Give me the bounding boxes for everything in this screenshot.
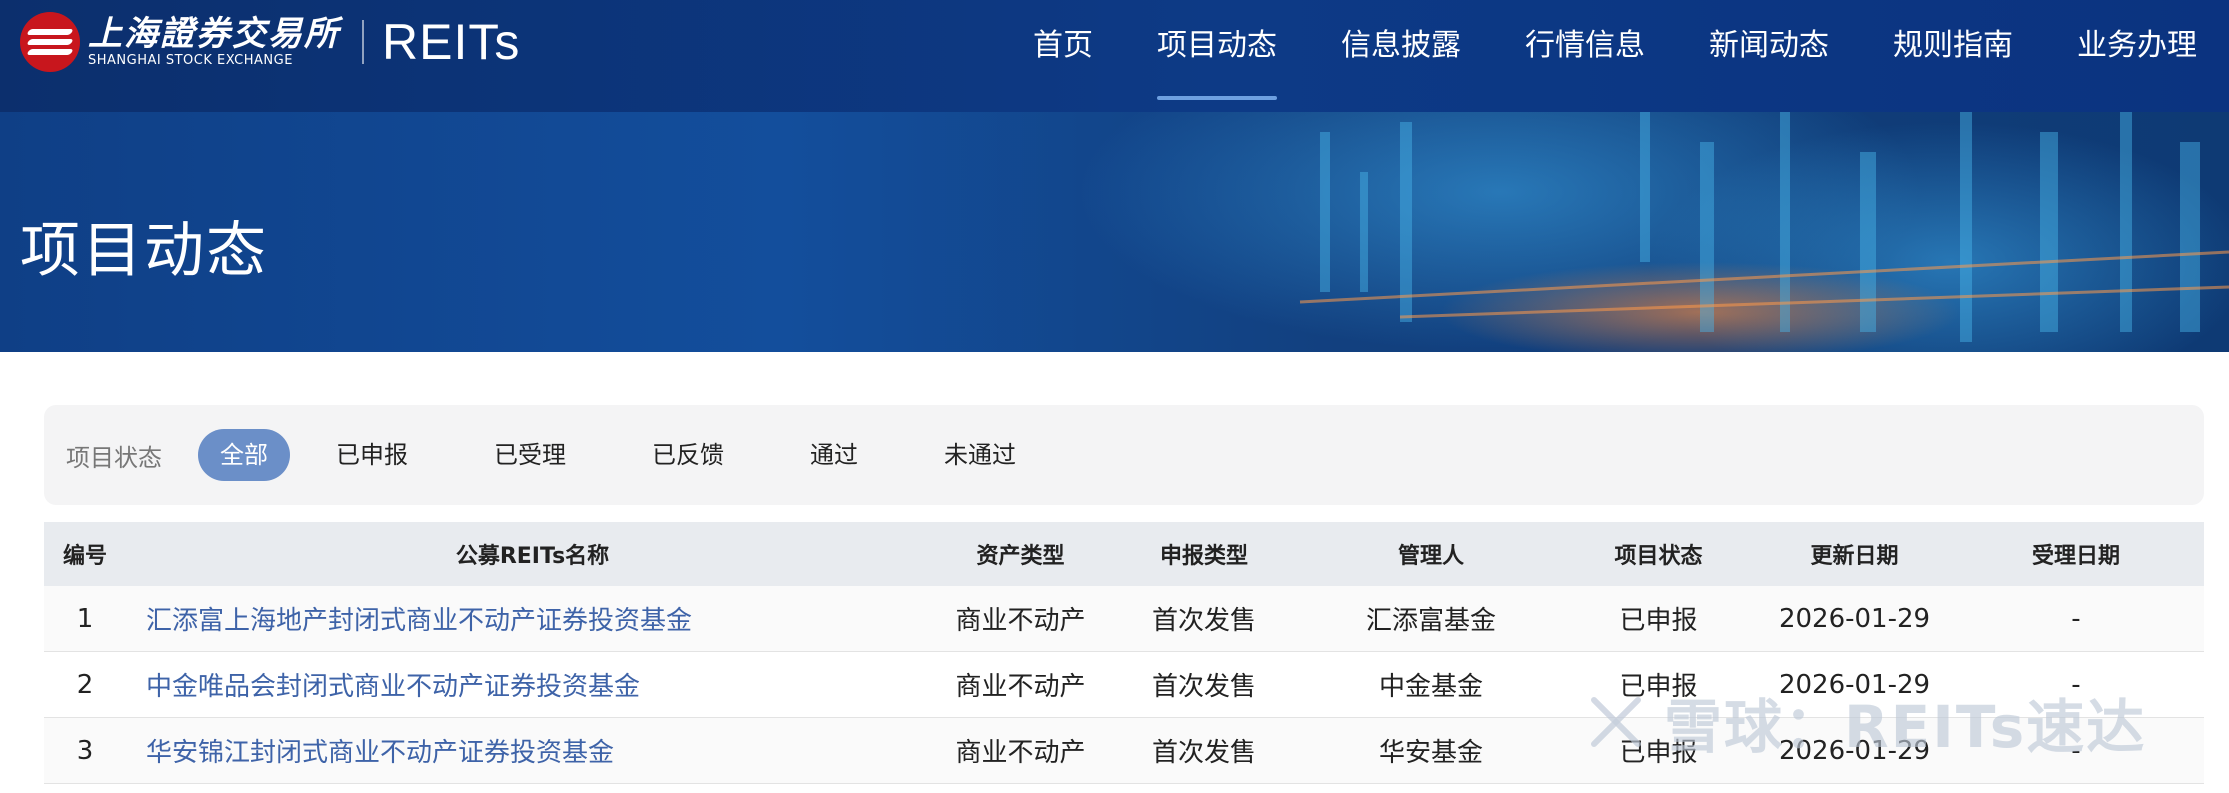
project-status: 已申报 — [1619, 738, 1698, 768]
asset-type: 商业不动产 — [955, 738, 1086, 768]
manager: 汇添富基金 — [1365, 606, 1496, 636]
fund-name-link[interactable]: 汇添富上海地产封闭式商业不动产证券投资基金 — [126, 600, 939, 637]
nav-home[interactable]: 首页 — [1001, 0, 1125, 100]
product-name: REITs — [382, 14, 521, 70]
updated-date: 2026-01-29 — [1778, 669, 1931, 700]
logo-text: 上海證券交易所 SHANGHAI STOCK EXCHANGE — [88, 15, 340, 69]
page-banner: 项目动态 — [0, 112, 2229, 352]
project-status: 已申报 — [1619, 606, 1698, 636]
nav-rules[interactable]: 规则指南 — [1861, 0, 2045, 100]
col-updated: 更新日期 — [1810, 544, 1899, 569]
nav-disclosure[interactable]: 信息披露 — [1309, 0, 1493, 100]
updated-date: 2026-01-29 — [1778, 735, 1931, 766]
filter-label: 项目状态 — [66, 443, 162, 472]
updated-date: 2026-01-29 — [1778, 603, 1931, 634]
fund-name-link[interactable]: 中金唯品会封闭式商业不动产证券投资基金 — [126, 666, 939, 703]
filter-all[interactable]: 全部 — [198, 429, 290, 481]
accepted-date: - — [2071, 603, 2081, 634]
col-accepted: 受理日期 — [2031, 544, 2120, 569]
row-number: 2 — [76, 669, 94, 700]
nav-market-info[interactable]: 行情信息 — [1493, 0, 1677, 100]
logo-cn: 上海證券交易所 — [88, 14, 340, 54]
asset-type: 商业不动产 — [955, 672, 1086, 702]
table-header: 编号 公募REITs名称 资产类型 申报类型 管理人 项目状态 更新日期 受理日… — [44, 522, 2204, 586]
row-number: 3 — [76, 735, 94, 766]
logo-en: SHANGHAI STOCK EXCHANGE — [88, 53, 293, 68]
sse-logo[interactable]: 上海證券交易所 SHANGHAI STOCK EXCHANGE REITs — [20, 12, 520, 72]
col-asset-type: 资产类型 — [976, 544, 1065, 569]
filing-type: 首次发售 — [1151, 606, 1256, 636]
filter-submitted[interactable]: 已申报 — [302, 429, 442, 481]
top-header: 上海證券交易所 SHANGHAI STOCK EXCHANGE REITs 首页… — [0, 0, 2229, 112]
col-name: 公募REITs名称 — [455, 544, 610, 569]
filing-type: 首次发售 — [1151, 672, 1256, 702]
table-row: 3 华安锦江封闭式商业不动产证券投资基金 商业不动产 首次发售 华安基金 已申报… — [44, 718, 2204, 784]
status-filter-bar: 项目状态 全部 已申报 已受理 已反馈 通过 未通过 — [44, 405, 2204, 505]
nav-news[interactable]: 新闻动态 — [1677, 0, 1861, 100]
project-table: 编号 公募REITs名称 资产类型 申报类型 管理人 项目状态 更新日期 受理日… — [44, 522, 2204, 784]
sse-logo-icon — [20, 12, 80, 72]
row-number: 1 — [76, 603, 94, 634]
table-row: 2 中金唯品会封闭式商业不动产证券投资基金 商业不动产 首次发售 中金基金 已申… — [44, 652, 2204, 718]
table-row: 1 汇添富上海地产封闭式商业不动产证券投资基金 商业不动产 首次发售 汇添富基金… — [44, 586, 2204, 652]
table-body: 1 汇添富上海地产封闭式商业不动产证券投资基金 商业不动产 首次发售 汇添富基金… — [44, 586, 2204, 784]
col-filing-type: 申报类型 — [1159, 544, 1248, 569]
logo-divider — [362, 20, 364, 64]
asset-type: 商业不动产 — [955, 606, 1086, 636]
nav-project-updates[interactable]: 项目动态 — [1125, 0, 1309, 100]
banner-background-art — [1080, 112, 2229, 352]
nav-business[interactable]: 业务办理 — [2045, 0, 2229, 100]
filter-accepted[interactable]: 已受理 — [460, 429, 600, 481]
manager: 中金基金 — [1378, 672, 1483, 702]
filing-type: 首次发售 — [1151, 738, 1256, 768]
col-manager: 管理人 — [1397, 544, 1464, 569]
accepted-date: - — [2071, 735, 2081, 766]
fund-name-link[interactable]: 华安锦江封闭式商业不动产证券投资基金 — [126, 732, 939, 769]
main-nav: 首页 项目动态 信息披露 行情信息 新闻动态 规则指南 业务办理 — [1001, 0, 2229, 112]
accepted-date: - — [2071, 669, 2081, 700]
col-number: 编号 — [62, 544, 107, 569]
manager: 华安基金 — [1378, 738, 1483, 768]
page-title: 项目动态 — [20, 216, 268, 286]
filter-failed[interactable]: 未通过 — [910, 429, 1050, 481]
col-status: 项目状态 — [1614, 544, 1703, 569]
filter-passed[interactable]: 通过 — [776, 429, 892, 481]
filter-feedback[interactable]: 已反馈 — [618, 429, 758, 481]
project-status: 已申报 — [1619, 672, 1698, 702]
